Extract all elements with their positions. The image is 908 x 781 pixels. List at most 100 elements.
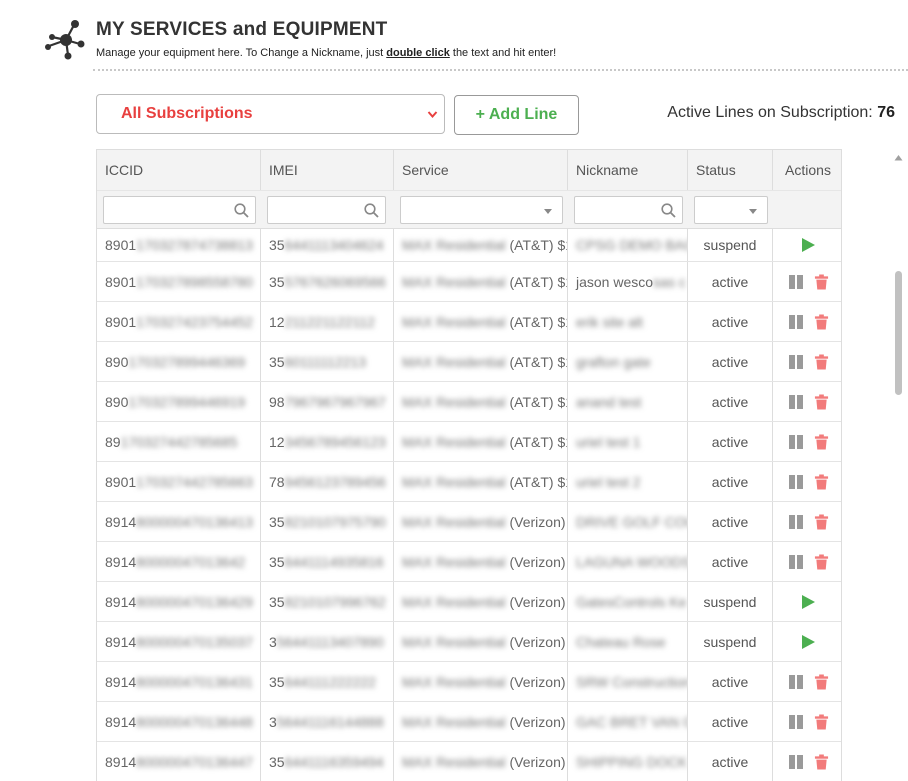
table-row[interactable]: 890 170327899446369 35 60111112213 MAX Resid… (97, 342, 841, 382)
column-header-status[interactable]: Status (688, 150, 773, 190)
table-row[interactable]: 8914 800000470136429 35 8210107996762 MAX Re… (97, 582, 841, 622)
trash-icon[interactable] (814, 674, 829, 690)
table-row[interactable]: 890 170327899446919 98 7967967967967 MAX Res… (97, 382, 841, 422)
iccid-filter-input[interactable] (103, 196, 256, 224)
iccid-cell-visible: 8914 (105, 673, 137, 690)
trash-icon[interactable] (814, 274, 829, 290)
trash-icon[interactable] (814, 314, 829, 330)
pause-icon[interactable] (788, 314, 804, 330)
service-cell-visible: (Verizon) (509, 593, 566, 610)
add-line-button[interactable]: + Add Line (454, 95, 579, 135)
table-row[interactable]: 8914 800000470136447 35 6441116359494 MAX Re… (97, 742, 841, 781)
iccid-cell: 8901 170327423754452 (97, 302, 261, 341)
column-header-service[interactable]: Service (394, 150, 568, 190)
nickname-cell[interactable]: LAGUNA WOODS (568, 542, 688, 581)
pause-icon[interactable] (788, 394, 804, 410)
table-row[interactable]: 8914 800000470136431 35 644111222222 MAX Res… (97, 662, 841, 702)
status-filter-select[interactable] (694, 196, 768, 224)
service-cell: MAX Residential (AT&T) $1 (394, 462, 568, 501)
imei-cell: 98 7967967967967 (261, 382, 394, 421)
service-filter-select[interactable] (400, 196, 563, 224)
nickname-cell[interactable]: CPSG DEMO BAG (568, 229, 688, 261)
table-row[interactable]: 8901 170327423754452 12 211221122112 MAX Res… (97, 302, 841, 342)
imei-cell-masked: 6441114935816 (284, 553, 384, 570)
column-header-iccid[interactable]: ICCID (97, 150, 261, 190)
nickname-cell[interactable]: GatesControls Ke (568, 582, 688, 621)
trash-icon[interactable] (814, 434, 829, 450)
nickname-cell-masked: jason wesco (576, 273, 654, 290)
pause-icon[interactable] (788, 474, 804, 490)
actions-cell (773, 742, 841, 781)
service-cell-masked: MAX Residential (402, 633, 506, 650)
table-row[interactable]: 8914 800000470135037 3 56441113407890 MAX Re… (97, 622, 841, 662)
imei-cell-visible: 12 (269, 313, 285, 330)
subscription-select[interactable]: All Subscriptions (96, 94, 445, 134)
trash-icon[interactable] (814, 474, 829, 490)
column-header-nickname[interactable]: Nickname (568, 150, 688, 190)
pause-icon[interactable] (788, 754, 804, 770)
service-cell: MAX Residential (Verizon) (394, 662, 568, 701)
search-icon (661, 203, 676, 218)
nickname-cell[interactable]: uriel test 1 (568, 422, 688, 461)
iccid-cell-masked: 170327899446919 (128, 393, 246, 410)
trash-icon[interactable] (814, 554, 829, 570)
nickname-cell[interactable]: erik site alt (568, 302, 688, 341)
imei-filter-input[interactable] (267, 196, 386, 224)
pause-icon[interactable] (788, 674, 804, 690)
status-cell: active (688, 742, 773, 781)
iccid-cell-masked: 170327899446369 (128, 353, 246, 370)
table-row[interactable]: 89 170327442785685 12 3456789456123 MAX Resi… (97, 422, 841, 462)
nickname-cell[interactable]: anand test (568, 382, 688, 421)
nickname-cell[interactable]: jason wesco sas c (568, 262, 688, 301)
service-cell-visible: (Verizon) (509, 553, 566, 570)
nickname-cell[interactable]: Chateau Rose (568, 622, 688, 661)
pause-icon[interactable] (788, 354, 804, 370)
status-cell: active (688, 502, 773, 541)
nickname-cell[interactable]: uriel test 2 (568, 462, 688, 501)
nickname-cell[interactable]: GAC BRET VAN G (568, 702, 688, 741)
iccid-cell-visible: 8901 (105, 473, 137, 490)
pause-icon[interactable] (788, 434, 804, 450)
table-row[interactable]: 8914 800000470136448 3 56441116144888 MAX Re… (97, 702, 841, 742)
table-row[interactable]: 8901 170327442785663 78 9456123789456 MAX Re… (97, 462, 841, 502)
table-row[interactable]: 8914 800000470136413 35 8210107975790 MAX Re… (97, 502, 841, 542)
play-icon[interactable] (800, 594, 816, 610)
pause-icon[interactable] (788, 714, 804, 730)
trash-icon[interactable] (814, 394, 829, 410)
imei-cell-masked: 8210107975790 (284, 513, 386, 530)
service-cell-masked: MAX Residential (402, 673, 506, 690)
imei-cell-visible: 35 (269, 593, 285, 610)
play-icon[interactable] (800, 237, 816, 253)
imei-cell: 35 6441116359494 (261, 742, 394, 781)
iccid-cell: 8914 800000470136448 (97, 702, 261, 741)
nickname-cell[interactable]: SHIPPING DOCK (568, 742, 688, 781)
iccid-cell-masked: 170327874738813 (136, 237, 253, 253)
table-row[interactable]: 8901 170327898558780 35 5767626069566 MAX Re… (97, 262, 841, 302)
scrollbar-thumb[interactable] (895, 271, 902, 395)
scroll-up-arrow-icon[interactable] (892, 152, 905, 164)
status-cell: active (688, 662, 773, 701)
nickname-cell[interactable]: DRIVE GOLF COU (568, 502, 688, 541)
iccid-cell: 890 170327899446369 (97, 342, 261, 381)
nickname-cell[interactable]: grafton gate (568, 342, 688, 381)
pause-icon[interactable] (788, 274, 804, 290)
trash-icon[interactable] (814, 754, 829, 770)
network-hub-icon (45, 20, 85, 60)
trash-icon[interactable] (814, 354, 829, 370)
services-table: ICCID IMEI Service Nickname Status Actio… (96, 149, 842, 781)
pause-icon[interactable] (788, 514, 804, 530)
table-row[interactable]: 8901 170327874738813 35 6441113404624 MAX Re… (97, 229, 841, 262)
nickname-cell[interactable]: SRW Construction (568, 662, 688, 701)
imei-cell: 12 211221122112 (261, 302, 394, 341)
trash-icon[interactable] (814, 514, 829, 530)
play-icon[interactable] (800, 634, 816, 650)
nickname-filter-input[interactable] (574, 196, 683, 224)
status-cell: active (688, 382, 773, 421)
imei-cell: 35 6441114935816 (261, 542, 394, 581)
iccid-cell-visible: 8914 (105, 753, 137, 770)
scrollbar-track[interactable] (892, 151, 905, 781)
trash-icon[interactable] (814, 714, 829, 730)
pause-icon[interactable] (788, 554, 804, 570)
column-header-imei[interactable]: IMEI (261, 150, 394, 190)
table-row[interactable]: 8914 80000047013642 35 6441114935816 MAX Res… (97, 542, 841, 582)
